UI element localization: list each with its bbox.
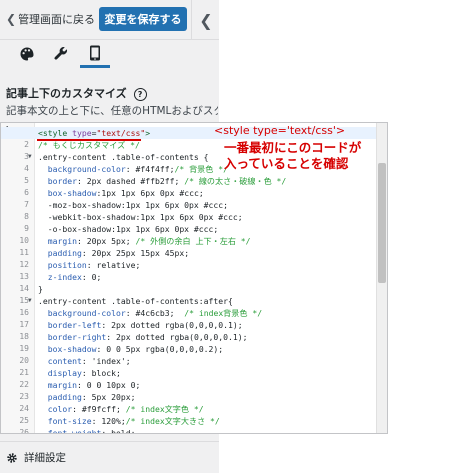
footer-divider [0,441,219,442]
code-line[interactable]: box-shadow: 0 0 5px rgba(0,0,0,0.2); [38,343,223,355]
line-number: 26 [19,428,29,434]
scrollbar-thumb[interactable] [378,163,386,283]
line-number: 5 [24,176,29,185]
chevron-left-icon: ❮ [6,12,17,26]
fold-arrow-icon[interactable]: ▼ [28,151,32,163]
line-number: 7 [24,200,29,209]
chevron-left-icon: ❮ [199,10,213,30]
code-line[interactable]: z-index: 0; [38,271,102,283]
smartphone-icon[interactable] [80,40,110,68]
back-to-admin-label: 管理画面に戻る [18,13,96,26]
code-line[interactable]: .entry-content .table-of-contents { [38,151,209,163]
device-preview-tabs [0,40,219,68]
help-icon[interactable]: ? [133,87,147,101]
line-number: 17 [19,320,29,329]
code-line[interactable]: margin: 0 0 10px 0; [38,379,141,391]
collapse-sidebar-button[interactable]: ❮ [191,0,220,40]
save-changes-button[interactable]: 変更を保存する [99,7,187,31]
code-line[interactable]: box-shadow:1px 1px 6px 0px #ccc; [38,187,204,199]
line-number: 24 [19,404,29,413]
annotation-line-1: 一番最初にこのコードが [224,140,362,155]
code-line[interactable]: content: 'index'; [38,355,131,367]
gear-icon [7,452,17,463]
code-line[interactable]: padding: 20px 25px 15px 45px; [38,247,189,259]
advanced-settings-label: 詳細設定 [24,452,66,464]
code-line[interactable]: border-right: 2px dotted rgba(0,0,0,0.1)… [38,331,248,343]
line-number: 14 [19,284,29,293]
highlight-underline [37,139,141,141]
code-line[interactable]: background-color: #4c6cb3; /* index背景色 *… [38,307,262,319]
line-number: 19 [19,344,29,353]
back-to-admin-button[interactable]: ❮ 管理画面に戻る [6,8,95,30]
code-line[interactable]: background-color: #f4f4ff;/* 背景色 */ [38,163,228,175]
line-number: 3 [24,152,29,161]
line-number: 25 [19,416,29,425]
code-line[interactable]: .entry-content .table-of-contents:after{ [38,295,233,307]
line-number: 22 [19,380,29,389]
line-number: 15 [19,296,29,305]
line-number: 11 [19,248,29,257]
line-number: 20 [19,356,29,365]
line-number: 18 [19,332,29,341]
line-number: 21 [19,368,29,377]
section-title: 記事上下のカスタマイズ ? [6,85,147,101]
annotation-note: 一番最初にこのコードが 入っていることを確認 [224,140,424,172]
section-description: 記事本文の上と下に、任意のHTMLおよびスク [6,105,218,117]
code-line[interactable]: display: block; [38,367,121,379]
code-line[interactable]: -moz-box-shadow:1px 1px 6px 0px #ccc; [38,199,228,211]
advanced-settings-toggle[interactable]: 詳細設定 [6,450,66,465]
line-number: 2 [24,140,29,149]
code-line[interactable]: <style type="text/css"> [38,127,150,139]
code-line[interactable]: border: 2px dashed #ffb2ff; /* 線の太さ・破線・色… [38,175,287,187]
code-line[interactable]: position: relative; [38,259,141,271]
code-line[interactable]: } [38,283,43,295]
section-title-text: 記事上下のカスタマイズ [6,87,127,100]
wrench-icon[interactable] [46,40,76,68]
code-line[interactable]: -webkit-box-shadow:1px 1px 6px 0px #ccc; [38,211,243,223]
line-number: 13 [19,272,29,281]
line-number: 10 [19,236,29,245]
line-number: 6 [24,188,29,197]
annotation-style-tag: <style type='text/css'> [214,124,346,137]
line-number: 23 [19,392,29,401]
code-line[interactable]: padding: 5px 20px; [38,391,136,403]
line-number: 4 [24,164,29,173]
code-line[interactable]: font-weight: bold; [38,427,136,433]
line-number: 12 [19,260,29,269]
line-number: 8 [24,212,29,221]
line-number: 9 [24,224,29,233]
line-number: 16 [19,308,29,317]
code-line[interactable]: -o-box-shadow:1px 1px 6px 0px #ccc; [38,223,219,235]
fold-arrow-icon[interactable]: ▼ [28,295,32,307]
annotation-line-2: 入っていることを確認 [224,156,349,171]
palette-icon[interactable] [12,40,42,68]
code-line[interactable]: color: #f9fcff; /* index文字色 */ [38,403,204,415]
line-number-gutter: i 1▼23▼456789101112131415▼16171819202122… [1,123,35,433]
code-line[interactable]: font-size: 120%;/* index文字大きさ */ [38,415,220,427]
code-line[interactable]: border-left: 2px dotted rgba(0,0,0,0.1); [38,319,243,331]
code-line[interactable]: margin: 20px 5px; /* 外側の余白 上下・左右 */ [38,235,251,247]
